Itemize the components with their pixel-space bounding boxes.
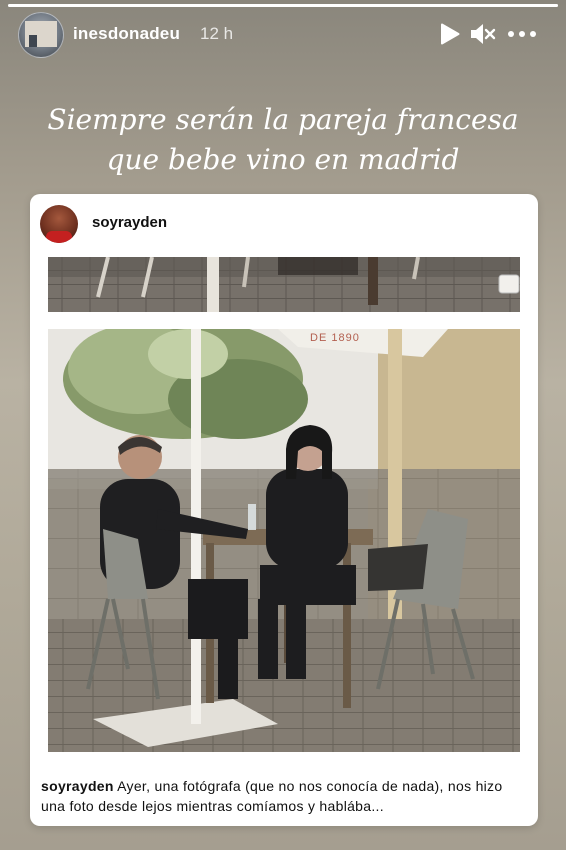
story-timestamp: 12 h xyxy=(200,24,234,43)
caption-username[interactable]: soyrayden xyxy=(41,778,114,794)
play-icon xyxy=(441,23,460,45)
post-author-avatar[interactable] xyxy=(40,205,78,243)
post-photo-top xyxy=(48,257,520,312)
shared-post-card[interactable]: soyrayden DE 1890 soyrayden Ayer, una fo… xyxy=(30,194,538,826)
post-photo-main: DE 1890 xyxy=(48,329,520,752)
more-icon xyxy=(508,31,536,37)
story-avatar[interactable] xyxy=(18,12,64,58)
post-caption[interactable]: soyrayden Ayer, una fotógrafa (que no no… xyxy=(41,776,529,816)
story-header: inesdonadeu 12 h xyxy=(0,0,566,70)
more-options-button[interactable] xyxy=(505,20,539,48)
play-button[interactable] xyxy=(437,20,463,48)
post-author-username[interactable]: soyrayden xyxy=(92,214,167,231)
umbrella-sign-text: DE 1890 xyxy=(310,332,360,344)
story-text-overlay: Siempre serán la pareja francesa que beb… xyxy=(47,103,519,176)
mute-button[interactable] xyxy=(470,20,496,48)
story-username[interactable]: inesdonadeu xyxy=(73,24,180,44)
mute-icon xyxy=(471,24,496,44)
